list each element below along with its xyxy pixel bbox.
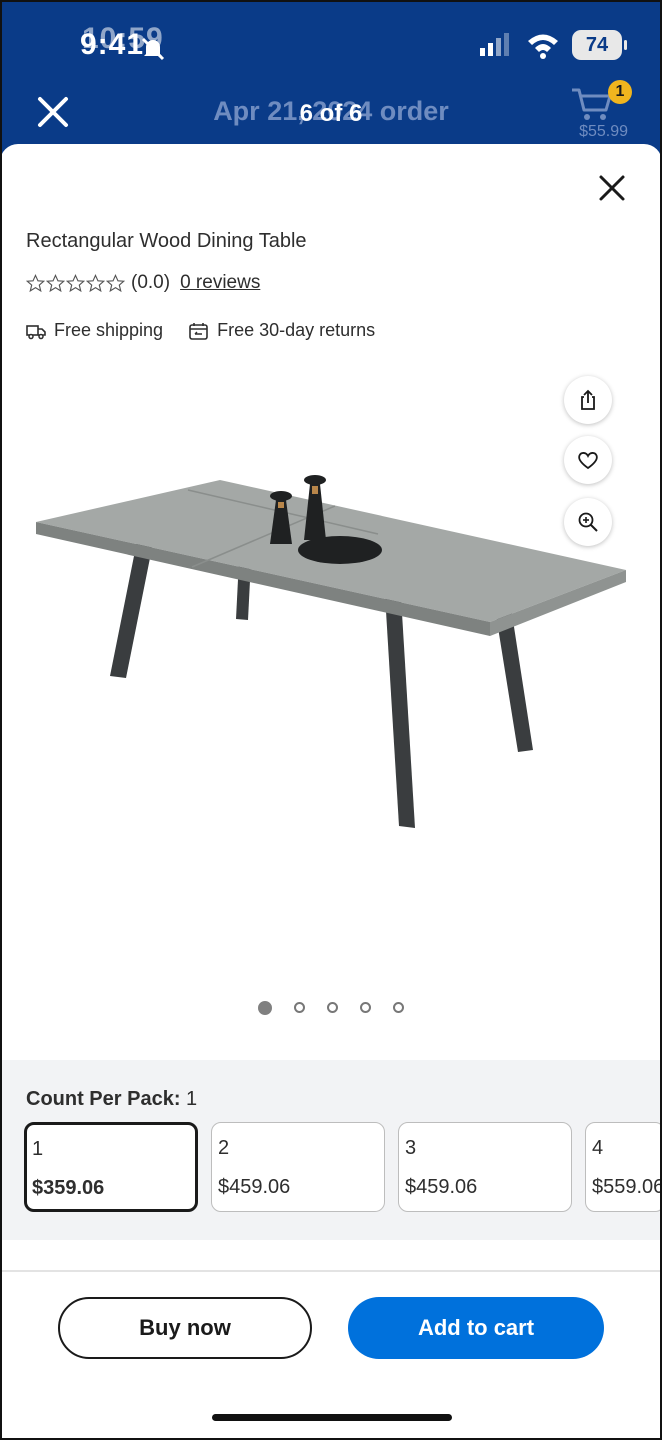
home-indicator xyxy=(212,1414,452,1421)
perk-label: Free 30-day returns xyxy=(217,320,376,340)
buy-now-button[interactable]: Buy now xyxy=(58,1297,312,1359)
perk-free-returns: Free 30-day returns xyxy=(189,320,375,341)
rating-value: (0.0) xyxy=(131,272,171,293)
order-title: Apr 21, 2024 order 6 of 6 xyxy=(0,96,662,127)
variant-price: $359.06 xyxy=(32,1177,105,1199)
divider xyxy=(0,1270,662,1272)
share-button[interactable] xyxy=(564,376,612,424)
favorite-button[interactable] xyxy=(564,436,612,484)
pagination-dot[interactable] xyxy=(294,1002,305,1013)
pagination-dot[interactable] xyxy=(327,1002,338,1013)
zoom-button[interactable] xyxy=(564,498,612,546)
variant-option[interactable]: 2 $459.06 xyxy=(211,1122,385,1212)
top-bar: 10:59 9:41 74 Apr 21, 2024 order 6 of 6 … xyxy=(0,0,662,160)
variant-panel: Count Per Pack: 1 1 $359.06 2 $459.06 3 … xyxy=(0,1060,662,1240)
reviews-link[interactable]: 0 reviews xyxy=(180,272,260,294)
pagination-dot[interactable] xyxy=(258,1001,272,1015)
perk-label: Free shipping xyxy=(54,320,164,340)
variant-price: $459.06 xyxy=(405,1176,478,1198)
variant-qty: 3 xyxy=(405,1137,417,1159)
variant-qty: 4 xyxy=(592,1137,604,1159)
star-icon xyxy=(106,273,125,292)
truck-icon xyxy=(26,324,46,339)
status-time: 10:59 9:41 xyxy=(80,22,163,62)
variant-price: $559.06 xyxy=(592,1176,662,1198)
product-image[interactable] xyxy=(30,460,630,850)
zoom-in-icon xyxy=(578,512,598,532)
bell-off-icon xyxy=(141,37,165,61)
product-title: Rectangular Wood Dining Table xyxy=(26,230,307,252)
count-per-pack-value: 1 xyxy=(186,1088,198,1110)
star-icon xyxy=(66,273,85,292)
image-counter: 6 of 6 xyxy=(299,100,363,127)
pagination-dot[interactable] xyxy=(360,1002,371,1013)
pagination-dot[interactable] xyxy=(393,1002,404,1013)
star-icon xyxy=(26,273,45,292)
heart-icon xyxy=(578,452,598,470)
rating-row: (0.0) 0 reviews xyxy=(26,272,260,294)
gallery-pagination xyxy=(0,1001,662,1015)
calendar-return-icon xyxy=(189,322,208,340)
perks-row: Free shipping Free 30-day returns xyxy=(26,320,375,341)
signal-icon xyxy=(480,33,509,56)
count-per-pack-label: Count Per Pack: 1 xyxy=(26,1088,197,1111)
cart-total: $55.99 xyxy=(579,123,628,140)
variant-option[interactable]: 3 $459.06 xyxy=(398,1122,572,1212)
rating-stars xyxy=(26,273,125,293)
variant-qty: 2 xyxy=(218,1137,230,1159)
product-sheet: Rectangular Wood Dining Table (0.0) 0 re… xyxy=(0,144,662,1440)
star-icon xyxy=(86,273,105,292)
wifi-icon xyxy=(528,34,558,59)
add-to-cart-button[interactable]: Add to cart xyxy=(348,1297,604,1359)
battery-indicator: 74 xyxy=(572,30,627,60)
status-icons: 74 xyxy=(478,30,627,60)
variant-option[interactable]: 1 $359.06 xyxy=(24,1122,198,1212)
count-per-pack-title: Count Per Pack: xyxy=(26,1088,181,1110)
cart-count-badge: 1 xyxy=(608,80,632,104)
variant-options: 1 $359.06 2 $459.06 3 $459.06 4 $559.06 xyxy=(24,1122,662,1212)
star-icon xyxy=(46,273,65,292)
perk-free-shipping: Free shipping xyxy=(26,320,163,341)
variant-price: $459.06 xyxy=(218,1176,291,1198)
variant-option[interactable]: 4 $559.06 xyxy=(585,1122,662,1212)
close-sheet-icon[interactable] xyxy=(598,174,626,202)
share-icon xyxy=(581,389,595,410)
variant-qty: 1 xyxy=(32,1138,44,1160)
